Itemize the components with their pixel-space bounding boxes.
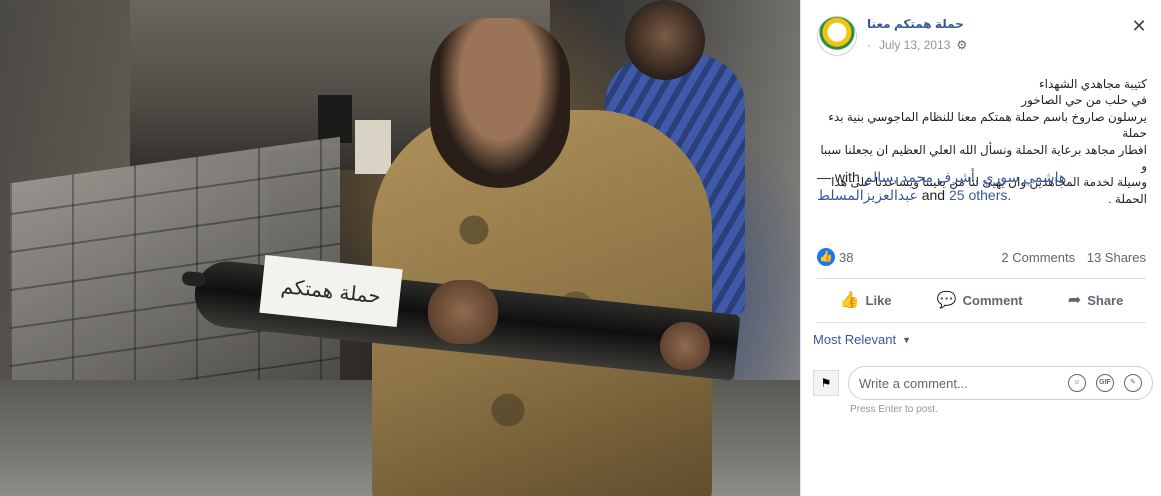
smiley-icon[interactable]: ☺ — [1068, 374, 1086, 392]
thumbs-up-icon: 👍 — [839, 292, 860, 309]
comment-button[interactable]: 💬 Comment — [937, 290, 1023, 310]
speech-bubble-icon: 💬 — [936, 292, 957, 309]
page-name-link[interactable]: حملة همتكم معنا — [867, 16, 967, 32]
gif-icon[interactable]: GIF — [1096, 374, 1114, 392]
comments-count[interactable]: 2 Comments — [1001, 250, 1075, 265]
like-button[interactable]: 👍 Like — [840, 290, 892, 310]
post-side-panel: ✕ حملة همتكم معنا · July 13, 2013 ⚙ كتيب… — [800, 0, 1161, 496]
tagged-people: — with هاشمي سوري ,أشرف محمد ,سالم عبدال… — [817, 168, 1147, 204]
caret-down-icon: ▼ — [902, 334, 912, 345]
comment-input[interactable] — [859, 375, 1058, 391]
like-count[interactable]: 👍 38 — [817, 248, 853, 266]
sticker-icon[interactable]: ✎ — [1124, 374, 1142, 392]
post-header: حملة همتكم معنا · July 13, 2013 ⚙ — [817, 16, 967, 56]
reaction-stats: 👍 38 2 Comments 13 Shares — [817, 248, 1146, 266]
post-actions: 👍 Like 💬 Comment ➦ Share — [817, 286, 1146, 314]
divider — [817, 322, 1146, 323]
post-date[interactable]: July 13, 2013 — [879, 38, 950, 52]
share-button[interactable]: ➦ Share — [1068, 290, 1124, 310]
photo-rocket-tip — [181, 270, 207, 288]
comment-composer: ⚑ ☺ GIF ✎ — [813, 366, 1157, 400]
photo-wall-sign-light — [355, 120, 391, 174]
comment-hint: Press Enter to post. — [850, 404, 938, 415]
photo-second-man-head — [625, 0, 705, 80]
shares-count[interactable]: 13 Shares — [1087, 250, 1146, 265]
gear-icon[interactable]: ⚙ — [956, 38, 967, 52]
photo-hand-right — [660, 322, 710, 370]
avatar[interactable]: ⚑ — [813, 370, 839, 396]
share-arrow-icon: ➦ — [1067, 292, 1082, 309]
meta-separator: · — [867, 38, 871, 52]
thumbs-up-icon: 👍 — [817, 248, 835, 266]
close-icon[interactable]: ✕ — [1131, 17, 1147, 35]
divider — [817, 278, 1146, 279]
post-text-line: يرسلون صاروخ باسم حملة همتكم معنا للنظام… — [828, 109, 1147, 141]
comment-sort-dropdown[interactable]: Most Relevant ▼ — [813, 332, 911, 347]
photo-wall-sign-dark — [318, 95, 352, 143]
post-photo[interactable]: حملة همتكم — [0, 0, 800, 496]
post-meta: · July 13, 2013 ⚙ — [867, 38, 967, 52]
others-link[interactable]: 25 others. — [949, 187, 1011, 203]
post-text-line: في حلب من حي الصاخور — [1021, 93, 1147, 108]
comment-box[interactable]: ☺ GIF ✎ — [848, 366, 1153, 400]
post-text-line: كتيبة مجاهدي الشهداء — [1038, 77, 1147, 91]
with-prefix: — with — [817, 169, 860, 185]
page-avatar[interactable] — [817, 16, 857, 56]
and-word: and — [921, 187, 946, 203]
photo-fighter-head — [430, 18, 570, 188]
photo-hand-left — [428, 280, 498, 344]
